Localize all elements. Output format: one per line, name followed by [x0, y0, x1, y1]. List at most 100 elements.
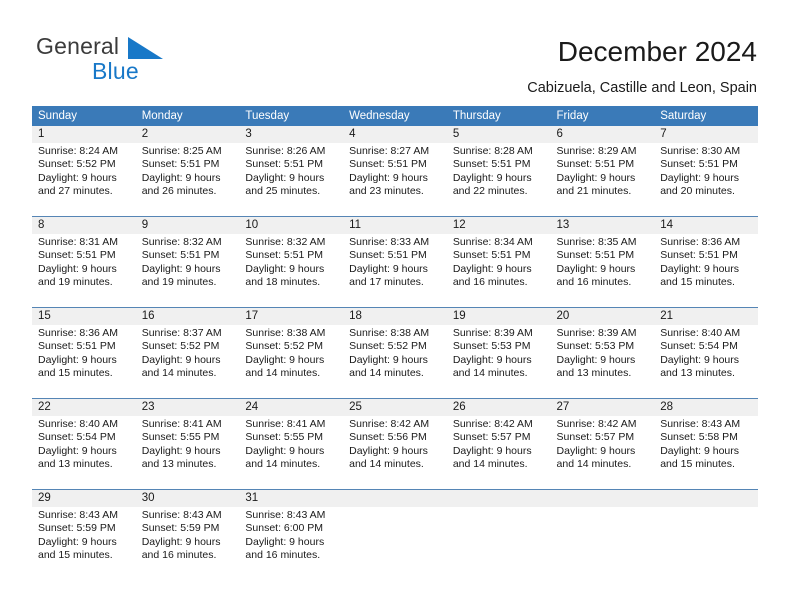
- calendar-day-cell[interactable]: 25 Sunrise: 8:42 AM Sunset: 5:56 PM Dayligh…: [343, 399, 447, 489]
- daylight-text-line1: Daylight: 9 hours: [141, 353, 221, 366]
- calendar-day-cell[interactable]: 29 Sunrise: 8:43 AM Sunset: 5:59 PM Dayligh…: [32, 490, 136, 580]
- calendar-day-cell[interactable]: 2 Sunrise: 8:25 AM Sunset: 5:51 PM Daylight…: [136, 126, 240, 216]
- daylight-text-line2: and 26 minutes.: [141, 185, 217, 198]
- daylight-text-line1: Daylight: 9 hours: [556, 262, 636, 275]
- calendar-day-cell[interactable]: 26 Sunrise: 8:42 AM Sunset: 5:57 PM Dayligh…: [447, 399, 551, 489]
- page-subtitle-location: Cabizuela, Castille and Leon, Spain: [527, 80, 757, 96]
- sunset-text: Sunset: 5:52 PM: [38, 158, 116, 171]
- sunset-text: Sunset: 5:57 PM: [556, 431, 635, 444]
- day-sun-info: Sunrise: 8:35 AM Sunset: 5:51 PM Daylight:…: [557, 234, 653, 290]
- calendar-day-cell[interactable]: 6 Sunrise: 8:29 AM Sunset: 5:51 PM Daylight…: [551, 126, 655, 216]
- sunset-text: Sunset: 5:53 PM: [556, 340, 635, 353]
- daylight-text-line2: and 16 minutes.: [245, 549, 321, 562]
- calendar-day-cell[interactable]: 3 Sunrise: 8:26 AM Sunset: 5:51 PM Daylight…: [239, 126, 343, 216]
- logo-general-blue[interactable]: General Blue: [36, 33, 336, 89]
- daylight-text-line1: Daylight: 9 hours: [245, 535, 325, 548]
- calendar-day-cell[interactable]: 27 Sunrise: 8:42 AM Sunset: 5:57 PM Dayligh…: [551, 399, 655, 489]
- day-sun-info: Sunrise: 8:41 AM Sunset: 5:55 PM Daylight:…: [245, 416, 341, 472]
- sunset-text: Sunset: 5:53 PM: [452, 340, 531, 353]
- sunrise-text: Sunrise: 8:28 AM: [452, 145, 533, 157]
- sunset-text: Sunset: 5:59 PM: [141, 522, 220, 535]
- calendar-day-cell[interactable]: 19 Sunrise: 8:39 AM Sunset: 5:53 PM Dayligh…: [447, 308, 551, 398]
- calendar-day-cell[interactable]: 16 Sunrise: 8:37 AM Sunset: 5:52 PM Dayligh…: [136, 308, 240, 398]
- calendar-day-cell[interactable]: 4 Sunrise: 8:27 AM Sunset: 5:51 PM Daylight…: [343, 126, 447, 216]
- sunset-text: Sunset: 5:52 PM: [349, 340, 427, 353]
- calendar-day-cell[interactable]: 14 Sunrise: 8:36 AM Sunset: 5:51 PM Dayligh…: [654, 217, 758, 307]
- daylight-text-line1: Daylight: 9 hours: [556, 444, 636, 457]
- day-sun-info: Sunrise: 8:40 AM Sunset: 5:54 PM Daylight:…: [38, 416, 134, 472]
- calendar-week-row: 22 Sunrise: 8:40 AM Sunset: 5:54 PM Dayligh…: [32, 398, 758, 489]
- daylight-text-line1: Daylight: 9 hours: [556, 353, 636, 366]
- calendar-day-cell[interactable]: 7 Sunrise: 8:30 AM Sunset: 5:51 PM Daylight…: [654, 126, 758, 216]
- daylight-text-line2: and 14 minutes.: [452, 458, 528, 471]
- day-sun-info: Sunrise: 8:34 AM Sunset: 5:51 PM Daylight:…: [453, 234, 549, 290]
- weekday-header-sunday: Sunday: [38, 110, 78, 122]
- day-sun-info: Sunrise: 8:42 AM Sunset: 5:57 PM Daylight:…: [453, 416, 549, 472]
- calendar-day-cell[interactable]: 31 Sunrise: 8:43 AM Sunset: 6:00 PM Dayligh…: [239, 490, 343, 580]
- day-sun-info: Sunrise: 8:37 AM Sunset: 5:52 PM Daylight:…: [142, 325, 238, 381]
- daylight-text-line1: Daylight: 9 hours: [452, 444, 532, 457]
- daylight-text-line2: and 18 minutes.: [245, 276, 321, 289]
- daylight-text-line1: Daylight: 9 hours: [141, 535, 221, 548]
- daylight-text-line1: Daylight: 9 hours: [452, 171, 532, 184]
- sunset-text: Sunset: 5:57 PM: [452, 431, 531, 444]
- sunset-text: Sunset: 5:51 PM: [452, 249, 531, 262]
- calendar-day-cell[interactable]: 15 Sunrise: 8:36 AM Sunset: 5:51 PM Dayligh…: [32, 308, 136, 398]
- calendar-day-cell[interactable]: 8 Sunrise: 8:31 AM Sunset: 5:51 PM Daylight…: [32, 217, 136, 307]
- calendar-day-cell[interactable]: 5 Sunrise: 8:28 AM Sunset: 5:51 PM Daylight…: [447, 126, 551, 216]
- day-number: 13: [556, 219, 570, 231]
- calendar-day-cell[interactable]: 17 Sunrise: 8:38 AM Sunset: 5:52 PM Dayligh…: [239, 308, 343, 398]
- calendar-week-cells: 8 Sunrise: 8:31 AM Sunset: 5:51 PM Daylight…: [32, 217, 758, 307]
- day-number: 1: [38, 128, 45, 140]
- calendar-day-cell[interactable]: 23 Sunrise: 8:41 AM Sunset: 5:55 PM Dayligh…: [136, 399, 240, 489]
- calendar-day-cell[interactable]: 20 Sunrise: 8:39 AM Sunset: 5:53 PM Dayligh…: [551, 308, 655, 398]
- sunset-text: Sunset: 5:58 PM: [660, 431, 738, 444]
- daylight-text-line2: and 14 minutes.: [556, 458, 632, 471]
- daylight-text-line1: Daylight: 9 hours: [245, 353, 325, 366]
- daylight-text-line2: and 17 minutes.: [349, 276, 424, 289]
- sunset-text: Sunset: 5:51 PM: [349, 249, 427, 262]
- daylight-text-line1: Daylight: 9 hours: [660, 171, 740, 184]
- day-number: 31: [245, 492, 259, 504]
- weekday-header-wednesday: Wednesday: [349, 110, 410, 122]
- calendar-week-row: 1 Sunrise: 8:24 AM Sunset: 5:52 PM Daylight…: [32, 126, 758, 216]
- sunset-text: Sunset: 5:51 PM: [660, 158, 738, 171]
- day-number: 18: [349, 310, 362, 322]
- calendar-day-cell[interactable]: 24 Sunrise: 8:41 AM Sunset: 5:55 PM Dayligh…: [239, 399, 343, 489]
- calendar-day-cell[interactable]: 18 Sunrise: 8:38 AM Sunset: 5:52 PM Dayligh…: [343, 308, 447, 398]
- sunrise-text: Sunrise: 8:26 AM: [245, 145, 326, 157]
- calendar-day-cell[interactable]: 10 Sunrise: 8:32 AM Sunset: 5:51 PM Dayligh…: [239, 217, 343, 307]
- sunset-text: Sunset: 5:55 PM: [141, 431, 220, 444]
- day-number: 5: [452, 128, 460, 140]
- calendar-day-cell[interactable]: 30 Sunrise: 8:43 AM Sunset: 5:59 PM Dayligh…: [136, 490, 240, 580]
- day-number: 15: [38, 310, 51, 322]
- calendar-day-cell[interactable]: 1 Sunrise: 8:24 AM Sunset: 5:52 PM Daylight…: [32, 126, 136, 216]
- day-sun-info: Sunrise: 8:33 AM Sunset: 5:51 PM Daylight:…: [349, 234, 445, 290]
- calendar-day-cell[interactable]: 11 Sunrise: 8:33 AM Sunset: 5:51 PM Dayligh…: [343, 217, 447, 307]
- day-sun-info: Sunrise: 8:26 AM Sunset: 5:51 PM Daylight:…: [245, 143, 341, 199]
- day-number: 30: [141, 492, 155, 504]
- calendar-day-cell[interactable]: 13 Sunrise: 8:35 AM Sunset: 5:51 PM Dayligh…: [551, 217, 655, 307]
- day-sun-info: Sunrise: 8:32 AM Sunset: 5:51 PM Daylight:…: [245, 234, 341, 290]
- calendar-day-cell[interactable]: 12 Sunrise: 8:34 AM Sunset: 5:51 PM Dayligh…: [447, 217, 551, 307]
- day-sun-info: Sunrise: 8:43 AM Sunset: 5:59 PM Daylight:…: [38, 507, 134, 563]
- calendar-day-cell[interactable]: 28 Sunrise: 8:43 AM Sunset: 5:58 PM Dayligh…: [654, 399, 758, 489]
- daylight-text-line2: and 13 minutes.: [38, 458, 113, 471]
- daylight-text-line1: Daylight: 9 hours: [452, 353, 532, 366]
- calendar-day-cell[interactable]: 22 Sunrise: 8:40 AM Sunset: 5:54 PM Dayligh…: [32, 399, 136, 489]
- sunrise-text: Sunrise: 8:38 AM: [349, 327, 430, 339]
- sunrise-text: Sunrise: 8:42 AM: [556, 418, 637, 430]
- calendar-table: Sunday Monday Tuesday Wednesday Thursday…: [32, 106, 758, 580]
- calendar-week-row: 15 Sunrise: 8:36 AM Sunset: 5:51 PM Dayligh…: [32, 307, 758, 398]
- day-sun-info: Sunrise: 8:43 AM Sunset: 6:00 PM Daylight:…: [245, 507, 341, 563]
- daylight-text-line1: Daylight: 9 hours: [141, 171, 221, 184]
- weekday-header-tuesday: Tuesday: [245, 110, 290, 122]
- day-number: 2: [141, 128, 149, 140]
- daylight-text-line2: and 20 minutes.: [660, 185, 735, 198]
- calendar-day-cell[interactable]: 21 Sunrise: 8:40 AM Sunset: 5:54 PM Dayligh…: [654, 308, 758, 398]
- calendar-day-cell[interactable]: 9 Sunrise: 8:32 AM Sunset: 5:51 PM Daylight…: [136, 217, 240, 307]
- daylight-text-line1: Daylight: 9 hours: [141, 262, 221, 275]
- day-sun-info: Sunrise: 8:38 AM Sunset: 5:52 PM Daylight:…: [245, 325, 341, 381]
- day-sun-info: Sunrise: 8:42 AM Sunset: 5:57 PM Daylight:…: [557, 416, 653, 472]
- logo-triangle-icon: [128, 37, 163, 59]
